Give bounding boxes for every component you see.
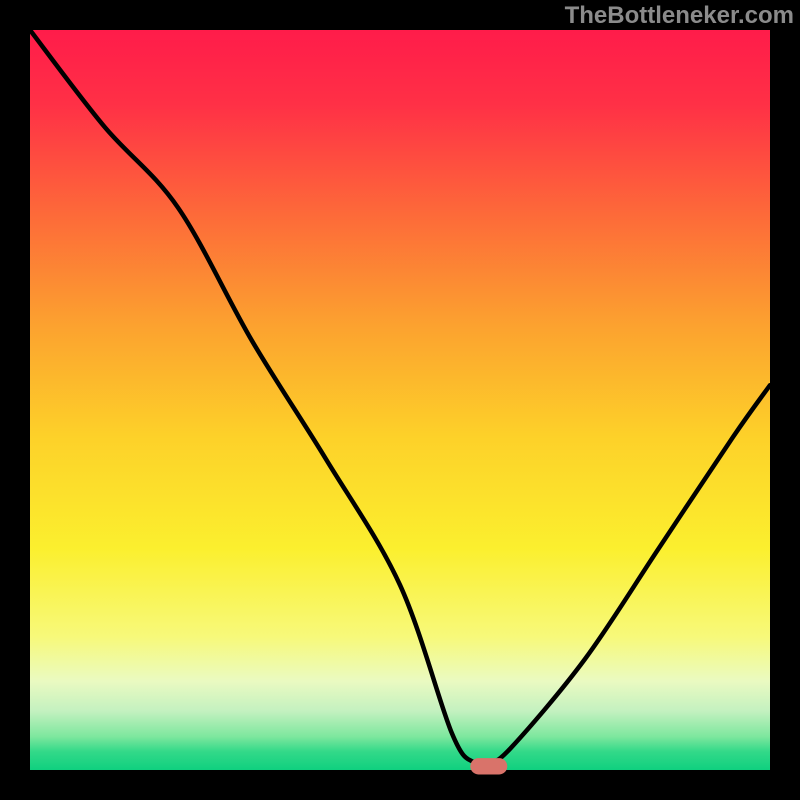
watermark-text: TheBottleneker.com bbox=[565, 2, 794, 30]
optimal-marker bbox=[470, 758, 507, 774]
bottleneck-chart bbox=[0, 0, 800, 800]
plot-area bbox=[30, 30, 770, 770]
